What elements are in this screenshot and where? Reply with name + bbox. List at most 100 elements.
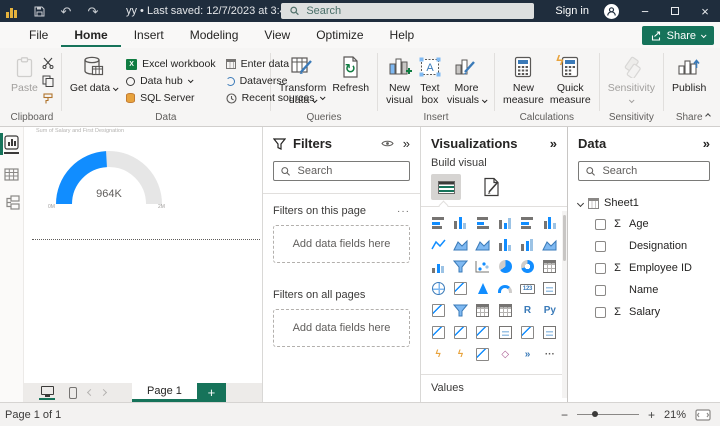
- q-and-a-icon[interactable]: [474, 324, 492, 341]
- format-visual-mode-button[interactable]: [477, 174, 507, 200]
- filters-search[interactable]: [273, 161, 410, 181]
- paginated-report-icon[interactable]: [541, 324, 559, 341]
- r-script-visual-icon[interactable]: R: [518, 302, 536, 319]
- data-search[interactable]: [578, 161, 710, 181]
- account-avatar-icon[interactable]: [603, 3, 620, 20]
- clustered-column-chart-icon[interactable]: [496, 214, 514, 231]
- kpi-icon[interactable]: [429, 302, 447, 319]
- metrics-icon[interactable]: [518, 324, 536, 341]
- new-card-icon[interactable]: ϟ: [429, 346, 447, 363]
- copy-icon[interactable]: [41, 74, 56, 88]
- tab-home[interactable]: Home: [61, 23, 120, 47]
- field-row-designation[interactable]: Designation: [568, 235, 720, 257]
- new-slicer-icon[interactable]: ϟ: [451, 346, 469, 363]
- table-icon[interactable]: [474, 302, 492, 319]
- tab-view[interactable]: View: [251, 23, 303, 47]
- sql-server-button[interactable]: SQL Server: [126, 92, 216, 104]
- save-icon[interactable]: [32, 4, 46, 18]
- field-checkbox-designation[interactable]: [595, 241, 606, 252]
- collapse-visualizations-pane-icon[interactable]: »: [550, 137, 557, 150]
- scatter-chart-icon[interactable]: [474, 258, 492, 275]
- multi-row-card-icon[interactable]: [541, 280, 559, 297]
- field-checkbox-name[interactable]: [595, 285, 606, 296]
- tab-help[interactable]: Help: [377, 23, 428, 47]
- excel-workbook-button[interactable]: XExcel workbook: [126, 58, 216, 70]
- new-measure-button[interactable]: Newmeasure: [500, 53, 547, 108]
- table-view-button[interactable]: [3, 167, 20, 182]
- field-row-salary[interactable]: ΣSalary: [568, 301, 720, 323]
- global-search[interactable]: [281, 3, 534, 19]
- maximize-button[interactable]: [660, 0, 690, 22]
- report-canvas[interactable]: Sum of Salary and First Designation 964K…: [24, 127, 262, 383]
- zoom-slider-thumb[interactable]: [592, 411, 598, 417]
- format-painter-icon[interactable]: [41, 92, 56, 106]
- filters-page-dropzone[interactable]: Add data fields here: [273, 225, 410, 263]
- next-page-button[interactable]: [97, 383, 110, 402]
- eye-icon[interactable]: [381, 139, 394, 148]
- expand-chevron-icon[interactable]: [577, 199, 584, 206]
- smart-narrative-icon[interactable]: [496, 324, 514, 341]
- line-and-stacked-column-chart-icon[interactable]: [496, 236, 514, 253]
- sensitivity-button[interactable]: Sensitivity: [605, 53, 658, 108]
- gauge-visual[interactable]: Sum of Salary and First Designation 964K…: [32, 128, 260, 240]
- filters-all-pages-dropzone[interactable]: Add data fields here: [273, 309, 410, 347]
- quick-measure-button[interactable]: ϟ Quickmeasure: [547, 53, 594, 108]
- power-automate-icon[interactable]: »: [518, 346, 536, 363]
- publish-button[interactable]: Publish: [669, 53, 709, 96]
- python-visual-icon[interactable]: Py: [541, 302, 559, 319]
- tab-optimize[interactable]: Optimize: [303, 23, 376, 47]
- sign-in-button[interactable]: Sign in: [555, 5, 589, 17]
- pie-chart-icon[interactable]: [496, 258, 514, 275]
- get-more-visuals-icon[interactable]: ···: [541, 346, 559, 363]
- table-node-sheet1[interactable]: Sheet1: [568, 193, 720, 213]
- power-apps-icon[interactable]: ◇: [496, 346, 514, 363]
- new-visual-button[interactable]: Newvisual: [383, 53, 416, 108]
- search-input[interactable]: [306, 5, 525, 17]
- field-checkbox-employee-id[interactable]: [595, 263, 606, 274]
- desktop-layout-button[interactable]: [32, 383, 62, 402]
- more-visuals-button[interactable]: Morevisuals: [444, 53, 489, 108]
- new-page-button[interactable]: +: [197, 383, 226, 402]
- arcgis-map-icon[interactable]: [474, 346, 492, 363]
- more-options-icon[interactable]: ···: [397, 206, 410, 217]
- ribbon-chart-icon[interactable]: [541, 236, 559, 253]
- zoom-out-button[interactable]: −: [561, 408, 568, 422]
- 100-stacked-bar-chart-icon[interactable]: [518, 214, 536, 231]
- collapse-filters-pane-icon[interactable]: »: [403, 137, 410, 150]
- transform-data-button[interactable]: Transformdata: [276, 53, 329, 108]
- decomposition-tree-icon[interactable]: [451, 324, 469, 341]
- data-hub-button[interactable]: Data hub: [126, 75, 216, 87]
- donut-chart-icon[interactable]: [518, 258, 536, 275]
- treemap-icon[interactable]: [541, 258, 559, 275]
- line-and-clustered-column-chart-icon[interactable]: [518, 236, 536, 253]
- redo-icon[interactable]: ↷: [86, 4, 100, 18]
- field-row-name[interactable]: Name: [568, 279, 720, 301]
- field-checkbox-age[interactable]: [595, 219, 606, 230]
- paste-button[interactable]: Paste: [8, 53, 41, 96]
- zoom-in-button[interactable]: +: [648, 408, 655, 422]
- matrix-icon[interactable]: [496, 302, 514, 319]
- area-chart-icon[interactable]: [451, 236, 469, 253]
- minimize-button[interactable]: −: [630, 0, 660, 22]
- map-icon[interactable]: [429, 280, 447, 297]
- field-checkbox-salary[interactable]: [595, 307, 606, 318]
- close-button[interactable]: ×: [690, 0, 720, 22]
- 100-stacked-column-chart-icon[interactable]: [541, 214, 559, 231]
- line-chart-icon[interactable]: [429, 236, 447, 253]
- collapse-data-pane-icon[interactable]: »: [703, 137, 710, 150]
- model-view-button[interactable]: [3, 195, 20, 210]
- stacked-column-chart-icon[interactable]: [451, 214, 469, 231]
- azure-map-icon[interactable]: [474, 280, 492, 297]
- card-icon[interactable]: 123: [518, 280, 536, 297]
- undo-icon[interactable]: ↶: [59, 4, 73, 18]
- key-influencers-icon[interactable]: [429, 324, 447, 341]
- cut-icon[interactable]: [41, 56, 56, 70]
- get-data-button[interactable]: Get data: [67, 53, 120, 96]
- field-row-employee-id[interactable]: ΣEmployee ID: [568, 257, 720, 279]
- waterfall-chart-icon[interactable]: [429, 258, 447, 275]
- text-box-button[interactable]: A Textbox: [416, 53, 444, 108]
- tab-insert[interactable]: Insert: [121, 23, 177, 47]
- stacked-bar-chart-icon[interactable]: [429, 214, 447, 231]
- page-tab[interactable]: Page 1: [132, 383, 197, 402]
- stacked-area-chart-icon[interactable]: [474, 236, 492, 253]
